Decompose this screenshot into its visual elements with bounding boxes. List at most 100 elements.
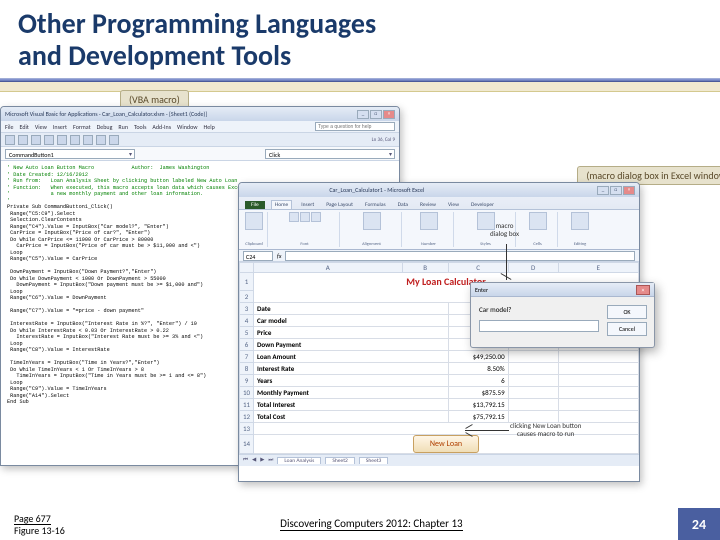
close-button[interactable]: ×: [383, 110, 395, 119]
menu-insert[interactable]: Insert: [53, 123, 67, 131]
tab-view[interactable]: View: [445, 201, 462, 209]
tab-pagelayout[interactable]: Page Layout: [323, 201, 356, 209]
toolbar-icon[interactable]: [18, 135, 28, 145]
menu-debug[interactable]: Debug: [97, 123, 113, 131]
cell[interactable]: Car model: [254, 314, 449, 326]
help-search-input[interactable]: [315, 122, 395, 131]
select-all[interactable]: [240, 263, 254, 273]
row-head[interactable]: 11: [240, 398, 254, 410]
row-head[interactable]: 5: [240, 326, 254, 338]
tab-developer[interactable]: Developer: [468, 201, 497, 209]
menu-view[interactable]: View: [35, 123, 47, 131]
toolbar-icon[interactable]: [57, 135, 67, 145]
cell[interactable]: 8.50%: [448, 362, 508, 374]
new-loan-button[interactable]: New Loan: [413, 435, 479, 453]
col-C[interactable]: C: [448, 263, 508, 273]
nav-next-icon[interactable]: ▶: [260, 457, 264, 463]
row-head[interactable]: 2: [240, 290, 254, 302]
row-head[interactable]: 13: [240, 422, 254, 434]
number-icon[interactable]: [420, 212, 438, 230]
row-head[interactable]: 9: [240, 374, 254, 386]
toolbar-icon[interactable]: [96, 135, 106, 145]
toolbar-icon[interactable]: [109, 135, 119, 145]
col-D[interactable]: D: [508, 263, 558, 273]
cell[interactable]: 6: [448, 374, 508, 386]
close-button[interactable]: ×: [623, 186, 635, 195]
ribbon-group-cells: Cells: [518, 212, 558, 247]
minimize-button[interactable]: _: [357, 110, 369, 119]
row-head[interactable]: 10: [240, 386, 254, 398]
ok-button[interactable]: OK: [607, 305, 647, 319]
nav-prev-icon[interactable]: ◀: [252, 457, 256, 463]
cell[interactable]: Date: [254, 302, 449, 314]
col-A[interactable]: A: [254, 263, 403, 273]
dialog-close-button[interactable]: ×: [636, 285, 650, 295]
col-E[interactable]: E: [558, 263, 638, 273]
cell[interactable]: Years: [254, 374, 449, 386]
row-head[interactable]: 1: [240, 273, 254, 291]
tab-insert[interactable]: Insert: [298, 201, 317, 209]
row-head[interactable]: 14: [240, 434, 254, 453]
maximize-button[interactable]: □: [370, 110, 382, 119]
procedure-combo[interactable]: Click: [265, 149, 395, 159]
row-head[interactable]: 12: [240, 410, 254, 422]
menu-format[interactable]: Format: [73, 123, 91, 131]
toolbar-icon[interactable]: [44, 135, 54, 145]
cell[interactable]: $75,792.15: [448, 410, 508, 422]
minimize-button[interactable]: _: [597, 186, 609, 195]
tab-formulas[interactable]: Formulas: [362, 201, 389, 209]
toolbar-icon[interactable]: [83, 135, 93, 145]
toolbar-icon[interactable]: [31, 135, 41, 145]
cell[interactable]: Total Interest: [254, 398, 449, 410]
row-head[interactable]: 6: [240, 338, 254, 350]
name-box[interactable]: C24: [243, 251, 273, 261]
menu-window[interactable]: Window: [177, 123, 197, 131]
bold-icon[interactable]: [289, 212, 299, 222]
menu-addins[interactable]: Add-Ins: [152, 123, 171, 131]
tab-review[interactable]: Review: [417, 201, 439, 209]
menu-tools[interactable]: Tools: [134, 123, 146, 131]
nav-last-icon[interactable]: ⏭: [268, 457, 273, 464]
row-head[interactable]: 8: [240, 362, 254, 374]
menu-file[interactable]: File: [5, 123, 14, 131]
cell[interactable]: Monthly Payment: [254, 386, 449, 398]
cell[interactable]: Total Cost: [254, 410, 449, 422]
editing-icon[interactable]: [571, 212, 589, 230]
cell[interactable]: $13,792.15: [448, 398, 508, 410]
fx-label[interactable]: fx: [277, 252, 281, 260]
underline-icon[interactable]: [311, 212, 321, 222]
italic-icon[interactable]: [300, 212, 310, 222]
formula-bar: C24 fx: [239, 250, 639, 262]
col-B[interactable]: B: [402, 263, 448, 273]
cancel-button[interactable]: Cancel: [607, 322, 647, 336]
tab-home[interactable]: Home: [271, 200, 292, 209]
cell[interactable]: $875.59: [448, 386, 508, 398]
dialog-input[interactable]: [479, 320, 599, 332]
nav-first-icon[interactable]: ⏮: [243, 457, 248, 464]
object-combo[interactable]: CommandButton1: [5, 149, 135, 159]
row-head[interactable]: 3: [240, 302, 254, 314]
menu-help[interactable]: Help: [204, 123, 215, 131]
sheet-tab-2[interactable]: Sheet2: [325, 457, 355, 464]
menu-run[interactable]: Run: [118, 123, 128, 131]
tab-data[interactable]: Data: [395, 201, 411, 209]
row-head[interactable]: 7: [240, 350, 254, 362]
cell[interactable]: Interest Rate: [254, 362, 449, 374]
toolbar-icon[interactable]: [5, 135, 15, 145]
row-head[interactable]: 4: [240, 314, 254, 326]
ribbon-group-clipboard: Clipboard: [241, 212, 268, 247]
tab-file[interactable]: File: [245, 201, 265, 209]
maximize-button[interactable]: □: [610, 186, 622, 195]
menu-edit[interactable]: Edit: [20, 123, 29, 131]
cell[interactable]: $49,250.00: [448, 350, 508, 362]
cells-icon[interactable]: [529, 212, 547, 230]
cell[interactable]: Down Payment: [254, 338, 449, 350]
align-icon[interactable]: [363, 212, 381, 230]
formula-input[interactable]: [285, 251, 635, 261]
cell[interactable]: Price: [254, 326, 449, 338]
toolbar-icon[interactable]: [70, 135, 80, 145]
cell[interactable]: Loan Amount: [254, 350, 449, 362]
sheet-tab-1[interactable]: Loan Analysis: [277, 457, 321, 464]
sheet-tab-3[interactable]: Sheet3: [359, 457, 389, 464]
paste-icon[interactable]: [245, 212, 263, 230]
